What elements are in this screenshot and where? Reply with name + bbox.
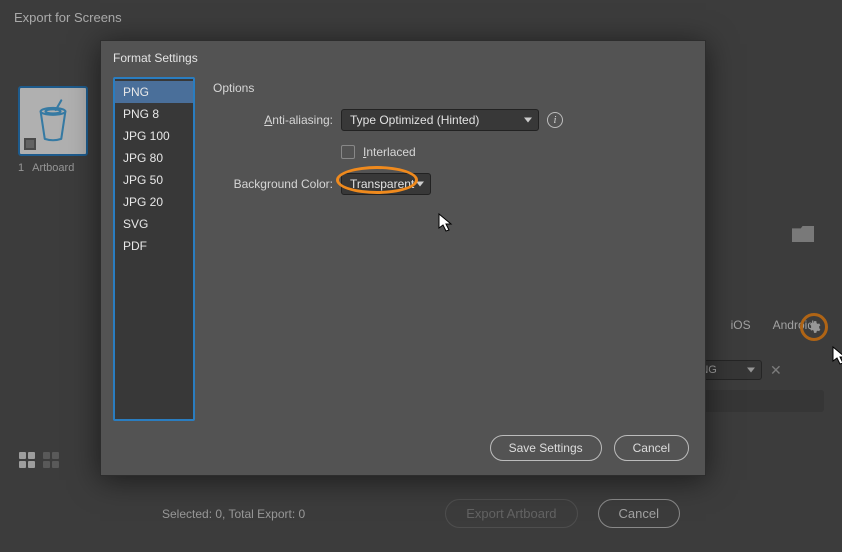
save-settings-button[interactable]: Save Settings	[490, 435, 602, 461]
view-mode-icons	[18, 451, 60, 469]
options-title: Options	[213, 81, 687, 95]
cup-icon	[31, 99, 75, 143]
remove-format-icon[interactable]: ✕	[770, 362, 782, 379]
anti-aliasing-select[interactable]: Type Optimized (Hinted)	[341, 109, 539, 131]
format-list[interactable]: PNG PNG 8 JPG 100 JPG 80 JPG 50 JPG 20 S…	[113, 77, 195, 421]
anti-aliasing-label: Anti-aliasing:	[213, 113, 333, 127]
interlaced-checkbox[interactable]	[341, 145, 355, 159]
preset-ios[interactable]: iOS	[731, 318, 751, 332]
format-settings-gear-highlight	[800, 313, 828, 341]
selection-marker	[24, 138, 36, 150]
dialog-cancel-button[interactable]: Cancel	[614, 435, 689, 461]
list-view-icon[interactable]	[42, 451, 60, 469]
artboard-index: 1	[18, 162, 24, 174]
cancel-button[interactable]: Cancel	[598, 499, 680, 528]
format-settings-dialog: Format Settings PNG PNG 8 JPG 100 JPG 80…	[100, 40, 706, 476]
folder-icon[interactable]	[792, 226, 814, 242]
artboard-thumbnail[interactable]	[18, 86, 88, 156]
export-status: Selected: 0, Total Export: 0	[162, 507, 305, 521]
format-item-pdf[interactable]: PDF	[115, 235, 193, 257]
background-color-select[interactable]: Transparent	[341, 173, 431, 195]
grid-view-icon[interactable]	[18, 451, 36, 469]
format-item-svg[interactable]: SVG	[115, 213, 193, 235]
dialog-footer: Save Settings Cancel	[101, 421, 705, 475]
export-artboard-button[interactable]: Export Artboard	[445, 499, 577, 528]
footer-row: Selected: 0, Total Export: 0 Export Artb…	[18, 499, 824, 528]
interlaced-label[interactable]: Interlaced	[363, 145, 416, 159]
format-item-jpg50[interactable]: JPG 50	[115, 169, 193, 191]
window-title: Export for Screens	[0, 0, 842, 35]
artboard-preview-area: 1 Artboard	[18, 86, 104, 174]
format-item-jpg100[interactable]: JPG 100	[115, 125, 193, 147]
dialog-title: Format Settings	[101, 41, 705, 75]
info-icon[interactable]: i	[547, 112, 563, 128]
format-item-png[interactable]: PNG	[115, 81, 193, 103]
format-item-jpg20[interactable]: JPG 20	[115, 191, 193, 213]
artboard-name: Artboard	[32, 162, 74, 174]
artboard-label: 1 Artboard	[18, 162, 104, 174]
gear-icon[interactable]	[807, 320, 821, 334]
options-panel: Options Anti-aliasing: Type Optimized (H…	[207, 77, 693, 421]
format-item-png8[interactable]: PNG 8	[115, 103, 193, 125]
export-side-panel	[694, 226, 814, 256]
format-item-jpg80[interactable]: JPG 80	[115, 147, 193, 169]
background-color-label: Background Color:	[213, 177, 333, 191]
